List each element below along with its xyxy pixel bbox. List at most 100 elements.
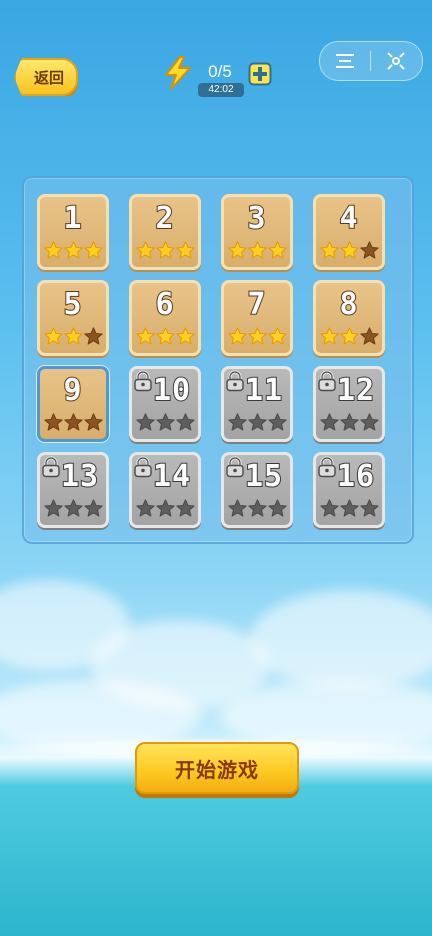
star-filled-icon (155, 241, 175, 259)
star-empty-icon (227, 413, 247, 431)
star-empty-icon (175, 413, 195, 431)
level-number: 4 (338, 201, 359, 237)
level-number: 11 (244, 373, 284, 409)
level-stars (132, 413, 198, 431)
level-tile-10[interactable]: 10 (129, 366, 201, 442)
star-empty-icon (83, 327, 103, 345)
star-filled-icon (247, 241, 267, 259)
star-empty-icon (135, 499, 155, 517)
star-filled-icon (83, 241, 103, 259)
star-filled-icon (319, 241, 339, 259)
star-empty-icon (43, 413, 63, 431)
level-stars (316, 241, 382, 259)
level-number: 3 (246, 201, 267, 237)
star-filled-icon (339, 241, 359, 259)
level-number: 13 (60, 459, 100, 495)
star-empty-icon (155, 499, 175, 517)
star-filled-icon (175, 327, 195, 345)
level-number: 14 (152, 459, 192, 495)
back-button-label: 返回 (33, 68, 64, 87)
level-tile-7[interactable]: 7 (221, 280, 293, 356)
start-game-button[interactable]: 开始游戏 (135, 742, 299, 794)
star-empty-icon (43, 499, 63, 517)
add-energy-button[interactable] (248, 62, 272, 86)
star-filled-icon (319, 327, 339, 345)
lightning-bolt-icon (165, 56, 191, 90)
menu-button[interactable] (320, 42, 370, 80)
star-empty-icon (175, 499, 195, 517)
level-tile-2[interactable]: 2 (129, 194, 201, 270)
energy-timer: 42:02 (198, 83, 244, 97)
star-filled-icon (63, 241, 83, 259)
level-number: 15 (244, 459, 284, 495)
star-empty-icon (319, 413, 339, 431)
level-tile-13[interactable]: 13 (37, 452, 109, 528)
level-tile-3[interactable]: 3 (221, 194, 293, 270)
level-stars (316, 413, 382, 431)
star-filled-icon (43, 241, 63, 259)
level-number: 9 (62, 373, 83, 409)
star-empty-icon (359, 327, 379, 345)
level-number: 10 (152, 373, 192, 409)
star-empty-icon (63, 499, 83, 517)
star-filled-icon (135, 327, 155, 345)
level-tile-4[interactable]: 4 (313, 194, 385, 270)
star-empty-icon (339, 499, 359, 517)
star-filled-icon (267, 327, 287, 345)
capsule-menu (319, 41, 423, 81)
level-tile-14[interactable]: 14 (129, 452, 201, 528)
level-number: 2 (154, 201, 175, 237)
start-game-label: 开始游戏 (175, 757, 259, 782)
level-number: 16 (336, 459, 376, 495)
level-stars (132, 327, 198, 345)
close-button[interactable] (371, 42, 421, 80)
level-number: 7 (246, 287, 267, 323)
level-tile-16[interactable]: 16 (313, 452, 385, 528)
star-empty-icon (319, 499, 339, 517)
star-empty-icon (339, 413, 359, 431)
star-empty-icon (227, 499, 247, 517)
level-tile-9[interactable]: 9 (37, 366, 109, 442)
star-empty-icon (359, 499, 379, 517)
level-tile-15[interactable]: 15 (221, 452, 293, 528)
star-empty-icon (359, 413, 379, 431)
star-filled-icon (339, 327, 359, 345)
star-empty-icon (135, 413, 155, 431)
level-tile-11[interactable]: 11 (221, 366, 293, 442)
level-number: 8 (338, 287, 359, 323)
star-empty-icon (267, 499, 287, 517)
level-tile-5[interactable]: 5 (37, 280, 109, 356)
level-stars (40, 413, 106, 431)
level-stars (40, 241, 106, 259)
hamburger-menu-icon (336, 54, 354, 68)
level-stars (224, 241, 290, 259)
level-stars (224, 499, 290, 517)
level-tile-8[interactable]: 8 (313, 280, 385, 356)
cloud-background (0, 560, 432, 760)
energy-counter: 0/5 42:02 (162, 56, 274, 98)
level-stars (132, 241, 198, 259)
level-stars (224, 327, 290, 345)
level-stars (40, 499, 106, 517)
star-empty-icon (155, 413, 175, 431)
star-empty-icon (247, 499, 267, 517)
level-stars (40, 327, 106, 345)
back-button[interactable]: 返回 (14, 58, 78, 96)
level-stars (132, 499, 198, 517)
level-tile-12[interactable]: 12 (313, 366, 385, 442)
level-tile-1[interactable]: 1 (37, 194, 109, 270)
star-filled-icon (227, 241, 247, 259)
star-filled-icon (63, 327, 83, 345)
star-empty-icon (63, 413, 83, 431)
star-empty-icon (267, 413, 287, 431)
level-stars (316, 327, 382, 345)
close-icon (387, 52, 405, 70)
level-tile-6[interactable]: 6 (129, 280, 201, 356)
star-empty-icon (83, 499, 103, 517)
level-number: 6 (154, 287, 175, 323)
star-filled-icon (175, 241, 195, 259)
level-number: 1 (62, 201, 83, 237)
level-select-board: 1 2 3 4 5 6 7 8 9 10 11 12 13 14 15 16 (22, 176, 414, 544)
star-empty-icon (247, 413, 267, 431)
star-filled-icon (267, 241, 287, 259)
